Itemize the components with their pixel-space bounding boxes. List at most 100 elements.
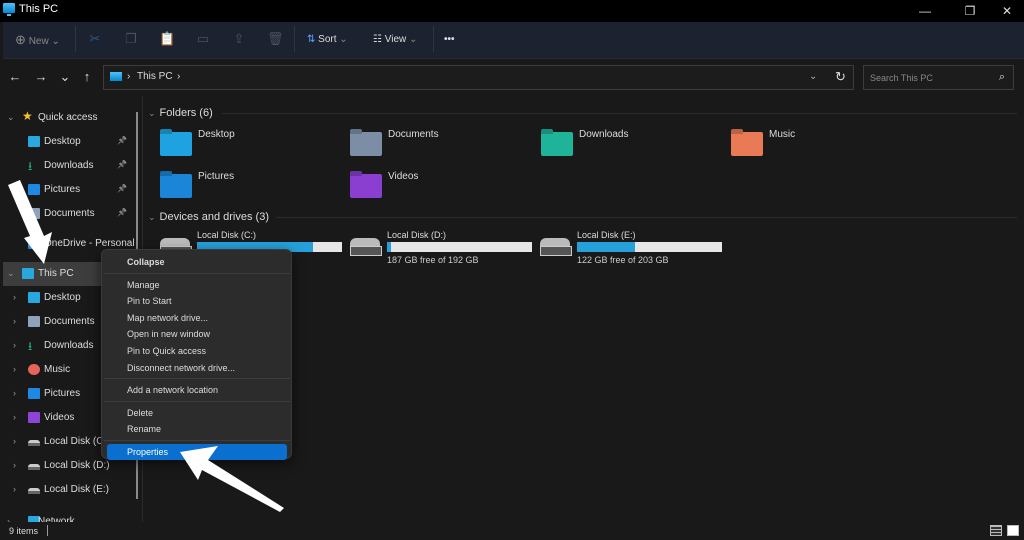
folders-section-header[interactable]: ⌄ Folders (6) bbox=[148, 107, 213, 119]
sidebar-item-local-disk-e[interactable]: › Local Disk (E:) bbox=[3, 478, 133, 502]
onedrive-icon bbox=[28, 238, 40, 249]
menu-item-pin-to-quick-access[interactable]: Pin to Quick access bbox=[107, 343, 287, 359]
folder-downloads[interactable]: Downloads bbox=[541, 129, 721, 165]
sidebar-item-label: Pictures bbox=[44, 184, 81, 195]
sidebar-item-label: Quick access bbox=[38, 112, 98, 123]
chevron-right-icon[interactable]: › bbox=[13, 412, 23, 422]
large-icons-view-button[interactable] bbox=[1007, 525, 1019, 536]
drives-header-label: Devices and drives (3) bbox=[159, 211, 269, 223]
chevron-right-icon[interactable]: › bbox=[13, 292, 23, 302]
folder-name: Music bbox=[769, 129, 796, 140]
new-button[interactable]: ⊕ New ⌄ bbox=[15, 22, 60, 58]
music-folder-icon bbox=[731, 132, 763, 156]
sidebar-item-label: OneDrive - Personal bbox=[44, 238, 135, 249]
rename-icon[interactable]: ▭ bbox=[195, 31, 211, 47]
pin-icon: 📌 bbox=[117, 160, 127, 169]
menu-item-delete[interactable]: Delete bbox=[107, 405, 287, 421]
menu-item-collapse[interactable]: Collapse bbox=[107, 254, 287, 270]
recent-locations-button[interactable]: ⌄ bbox=[57, 69, 73, 85]
paste-icon[interactable]: 📋 bbox=[159, 31, 175, 47]
delete-icon[interactable]: 🗑 bbox=[267, 31, 284, 47]
up-button[interactable]: ↑ bbox=[79, 69, 95, 85]
sidebar-item-desktop[interactable]: Desktop 📌 bbox=[3, 130, 133, 154]
chevron-right-icon[interactable]: › bbox=[13, 364, 23, 374]
close-button[interactable]: ✕ bbox=[992, 2, 1022, 20]
desktop-folder-icon bbox=[28, 136, 40, 147]
more-options-button[interactable]: ••• bbox=[444, 22, 455, 58]
chevron-down-icon: ⌄ bbox=[148, 108, 156, 118]
this-pc-icon bbox=[110, 72, 122, 81]
menu-item-rename[interactable]: Rename bbox=[107, 421, 287, 437]
pin-icon: 📌 bbox=[117, 136, 127, 145]
sidebar-item-quick-access[interactable]: ⌄ ★ Quick access bbox=[3, 106, 133, 130]
menu-item-disconnect-network-drive[interactable]: Disconnect network drive... bbox=[107, 360, 287, 376]
menu-item-pin-to-start[interactable]: Pin to Start bbox=[107, 293, 287, 309]
folder-documents[interactable]: Documents bbox=[350, 129, 530, 165]
sort-button[interactable]: ⇅ Sort ⌄ bbox=[307, 22, 348, 58]
breadcrumb-separator: › bbox=[127, 71, 131, 82]
star-icon: ★ bbox=[22, 109, 33, 123]
menu-separator bbox=[104, 440, 290, 441]
chevron-down-icon[interactable]: ⌄ bbox=[7, 112, 17, 123]
copy-icon[interactable]: ❐ bbox=[123, 31, 139, 47]
sidebar-item-label: Desktop bbox=[44, 136, 81, 147]
address-bar[interactable]: › This PC › ⌄ ↻ bbox=[103, 65, 854, 90]
menu-item-open-in-new-window[interactable]: Open in new window bbox=[107, 326, 287, 342]
this-pc-icon bbox=[22, 268, 34, 279]
chevron-right-icon[interactable]: › bbox=[13, 484, 23, 494]
details-view-button[interactable] bbox=[990, 525, 1002, 536]
chevron-down-icon[interactable]: ⌄ bbox=[7, 268, 17, 279]
folder-music[interactable]: Music bbox=[731, 129, 911, 165]
menu-item-manage[interactable]: Manage bbox=[107, 277, 287, 293]
folder-name: Pictures bbox=[198, 171, 235, 182]
breadcrumb-separator[interactable]: › bbox=[177, 71, 180, 82]
address-dropdown-icon[interactable]: ⌄ bbox=[809, 71, 817, 82]
sidebar-item-pictures[interactable]: Pictures 📌 bbox=[3, 178, 133, 202]
share-icon[interactable]: ⇪ bbox=[231, 31, 247, 47]
chevron-down-icon: ⌄ bbox=[51, 36, 60, 47]
folders-header-label: Folders (6) bbox=[159, 107, 213, 119]
drive-d[interactable]: Local Disk (D:) 187 GB free of 192 GB bbox=[350, 230, 535, 266]
drive-icon bbox=[28, 488, 40, 494]
search-box[interactable]: Search This PC ⌕ bbox=[863, 65, 1014, 90]
chevron-right-icon[interactable]: › bbox=[13, 340, 23, 350]
back-button[interactable]: ← bbox=[7, 69, 23, 85]
menu-separator bbox=[104, 272, 290, 274]
folder-desktop[interactable]: Desktop bbox=[160, 129, 340, 165]
view-button[interactable]: ☷ View ⌄ bbox=[373, 22, 417, 58]
drive-free-space: 187 GB free of 192 GB bbox=[387, 255, 479, 265]
menu-item-properties[interactable]: Properties bbox=[107, 444, 287, 460]
window-title: This PC bbox=[19, 3, 59, 15]
chevron-right-icon[interactable]: › bbox=[13, 436, 23, 446]
forward-button[interactable]: → bbox=[33, 69, 49, 85]
chevron-down-icon: ⌄ bbox=[339, 34, 348, 45]
breadcrumb-this-pc[interactable]: This PC bbox=[137, 71, 173, 82]
drive-e[interactable]: Local Disk (E:) 122 GB free of 203 GB bbox=[540, 230, 725, 266]
sidebar-item-downloads[interactable]: ⭳ Downloads 📌 bbox=[3, 154, 133, 178]
drive-free-space: 122 GB free of 203 GB bbox=[577, 255, 669, 265]
search-input[interactable]: Search This PC bbox=[870, 73, 933, 83]
folder-videos[interactable]: Videos bbox=[350, 171, 530, 207]
minimize-button[interactable]: — bbox=[910, 2, 940, 20]
refresh-icon[interactable]: ↻ bbox=[835, 69, 846, 85]
menu-item-map-network-drive[interactable]: Map network drive... bbox=[107, 310, 287, 326]
download-icon: ⭳ bbox=[28, 339, 33, 353]
drives-section-header[interactable]: ⌄ Devices and drives (3) bbox=[148, 211, 269, 223]
sidebar-item-label: Local Disk (E:) bbox=[44, 484, 110, 495]
drive-name: Local Disk (D:) bbox=[387, 230, 447, 240]
drive-usage-bar bbox=[577, 242, 722, 252]
sidebar-item-label: Documents bbox=[44, 316, 95, 327]
sidebar-item-this-pc[interactable]: ⌄ This PC bbox=[3, 262, 101, 286]
folder-pictures[interactable]: Pictures bbox=[160, 171, 340, 207]
menu-item-add-a-network-location[interactable]: Add a network location bbox=[107, 382, 287, 398]
desktop-folder-icon bbox=[28, 292, 40, 303]
sidebar-item-documents[interactable]: Documents 📌 bbox=[3, 202, 133, 226]
new-label: New bbox=[28, 36, 49, 47]
sidebar-item-label: Documents bbox=[44, 208, 95, 219]
chevron-right-icon[interactable]: › bbox=[13, 316, 23, 326]
maximize-button[interactable]: ❐ bbox=[955, 2, 985, 20]
chevron-right-icon[interactable]: › bbox=[13, 388, 23, 398]
cut-icon[interactable]: ✂ bbox=[87, 31, 103, 47]
drive-icon bbox=[28, 464, 40, 470]
chevron-right-icon[interactable]: › bbox=[13, 460, 23, 470]
